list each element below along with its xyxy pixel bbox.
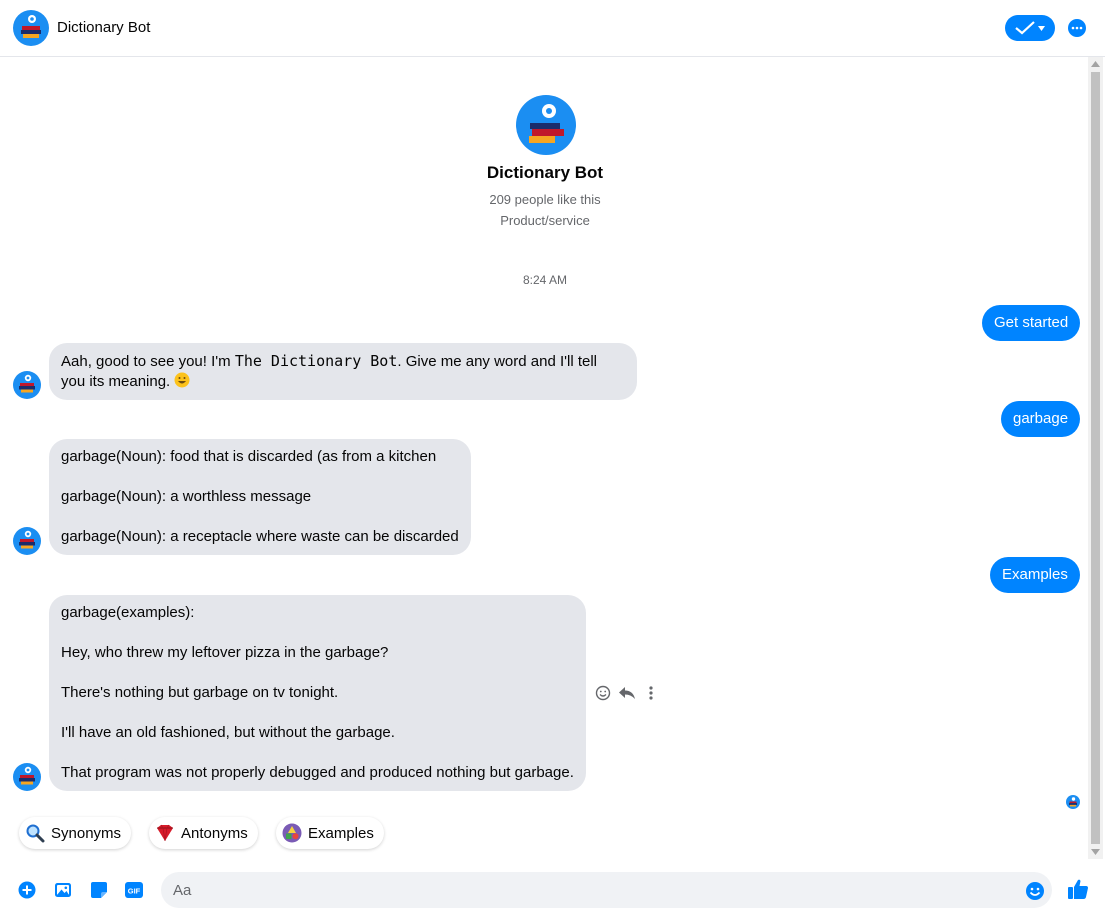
- plus-circle-icon: [18, 881, 36, 899]
- message-text: I'll have an old fashioned, but without …: [61, 724, 395, 741]
- quick-reply-examples[interactable]: Examples: [276, 817, 384, 849]
- quick-reply-synonyms[interactable]: Synonyms: [19, 817, 132, 849]
- incoming-message[interactable]: garbage(Noun): food that is discarded (a…: [49, 439, 471, 555]
- ellipsis-icon: [1071, 26, 1083, 30]
- caret-down-icon: [1038, 25, 1045, 31]
- quick-reply-label: Examples: [308, 824, 374, 842]
- profile-category: Product/service: [500, 213, 590, 228]
- scroll-down-arrow-icon[interactable]: [1091, 848, 1100, 856]
- attach-photo-button[interactable]: [53, 880, 73, 900]
- outgoing-message[interactable]: Get started: [982, 305, 1081, 341]
- header-title[interactable]: Dictionary Bot: [57, 19, 150, 36]
- emoji-picker-icon[interactable]: [1025, 881, 1045, 901]
- outgoing-message[interactable]: Examples: [990, 557, 1080, 593]
- message-text: There's nothing but garbage on tv tonigh…: [61, 684, 339, 701]
- profile-likes: 209 people like this: [489, 192, 601, 207]
- scrollbar-thumb[interactable]: [1091, 72, 1100, 844]
- message-text: That program was not properly debugged a…: [61, 764, 574, 781]
- magnifier-icon: [25, 823, 45, 843]
- checkmark-icon: [1015, 21, 1035, 35]
- blocks-icon: [282, 823, 302, 843]
- thumbs-up-icon[interactable]: [1066, 877, 1090, 901]
- incoming-message[interactable]: Aah, good to see you! I'm The Dictionary…: [49, 343, 637, 400]
- message-hover-actions: [594, 684, 660, 702]
- seen-receipt-avatar-icon: [1066, 795, 1080, 809]
- message-composer: GIF: [0, 865, 1105, 913]
- bot-avatar-icon[interactable]: [13, 763, 41, 791]
- message-timestamp: 8:24 AM: [522, 273, 568, 287]
- reply-button[interactable]: [618, 684, 636, 702]
- outgoing-message[interactable]: garbage: [1001, 401, 1081, 437]
- message-text-mono: The Dictionary Bot: [234, 352, 398, 370]
- more-actions-plus-button[interactable]: [17, 880, 37, 900]
- quick-reply-label: Synonyms: [51, 824, 122, 842]
- mark-done-button[interactable]: [1005, 15, 1055, 41]
- sticker-icon: [91, 882, 107, 898]
- profile-avatar-icon[interactable]: [516, 95, 576, 155]
- message-text: Aah, good to see you! I'm: [61, 353, 235, 370]
- profile-name[interactable]: Dictionary Bot: [0, 163, 1090, 183]
- quick-reply-antonyms[interactable]: Antonyms: [149, 817, 258, 849]
- incoming-message[interactable]: garbage(examples): Hey, who threw my lef…: [49, 595, 586, 791]
- reply-arrow-icon: [619, 687, 635, 699]
- bot-avatar-icon[interactable]: [13, 527, 41, 555]
- grinning-emoji-icon: [174, 372, 190, 388]
- sticker-button[interactable]: [89, 880, 109, 900]
- quick-replies: Synonyms Antonyms Examples: [0, 813, 1085, 859]
- svg-text:GIF: GIF: [128, 887, 141, 896]
- message-text: garbage(Noun): a worthless message: [61, 488, 312, 505]
- chat-header: Dictionary Bot: [0, 0, 1105, 57]
- more-options-button[interactable]: [1068, 19, 1086, 37]
- more-actions-button[interactable]: [642, 684, 660, 702]
- bot-avatar-icon[interactable]: [13, 10, 49, 46]
- scroll-up-arrow-icon[interactable]: [1091, 60, 1100, 68]
- react-button[interactable]: [594, 684, 612, 702]
- gif-icon: GIF: [125, 882, 143, 898]
- message-input[interactable]: [161, 872, 1052, 908]
- message-text: garbage(Noun): a receptacle where waste …: [61, 528, 459, 545]
- smiley-icon: [595, 685, 611, 701]
- message-text: . Give me any word and I'll tell: [397, 353, 597, 370]
- bot-avatar-icon[interactable]: [13, 371, 41, 399]
- message-text: garbage(Noun): food that is discarded (a…: [61, 448, 437, 465]
- message-text: garbage(examples):: [61, 604, 195, 621]
- quick-reply-label: Antonyms: [181, 824, 248, 842]
- heart-icon: [155, 823, 175, 843]
- vertical-ellipsis-icon: [649, 686, 653, 700]
- gif-button[interactable]: GIF: [124, 880, 144, 900]
- message-text: Hey, who threw my leftover pizza in the …: [61, 644, 389, 661]
- image-icon: [55, 883, 71, 897]
- message-text: you its meaning.: [61, 373, 175, 390]
